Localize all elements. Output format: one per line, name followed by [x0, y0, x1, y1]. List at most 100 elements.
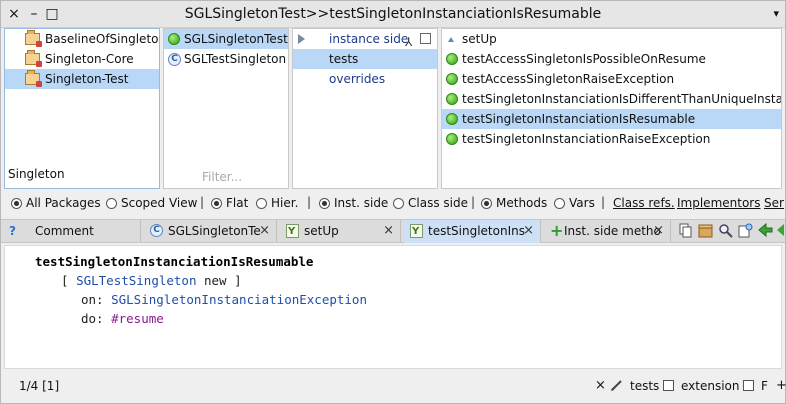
- help-icon: ?: [9, 224, 16, 238]
- tab-active-method[interactable]: testSingletonIns ×: [404, 220, 541, 243]
- method-label: testAccessSingletonRaiseException: [462, 72, 675, 86]
- hierarchy-icon[interactable]: ⅄: [405, 32, 412, 49]
- window-title: SGLSingletonTest>>testSingletonInstancia…: [184, 6, 602, 22]
- tab-label: setUp: [304, 224, 339, 238]
- tab-class-definition[interactable]: C SGLSingletonTe ×: [144, 220, 277, 243]
- class-refs-button[interactable]: Class refs.: [613, 195, 675, 211]
- inst-side-radio[interactable]: Inst. side: [319, 195, 388, 211]
- toolbar-separator: |: [471, 195, 476, 209]
- code-line-receiver: [ SGLTestSingleton new ]: [61, 273, 242, 288]
- methods-pane[interactable]: setUp testAccessSingletonIsPossibleOnRes…: [441, 28, 782, 189]
- test-passed-icon[interactable]: [446, 113, 458, 125]
- method-label: setUp: [462, 32, 497, 46]
- extension-checkbox[interactable]: [663, 378, 674, 394]
- cursor-position: 1/4 [1]: [19, 379, 60, 393]
- protocol-item-overrides[interactable]: overrides: [293, 69, 437, 89]
- protocol-label: tests: [329, 52, 359, 66]
- edit-pencil-icon[interactable]: [610, 379, 623, 392]
- method-item[interactable]: testAccessSingletonRaiseException: [442, 69, 781, 89]
- method-item[interactable]: testSingletonInstanciationRaiseException: [442, 129, 781, 149]
- protocol-item-instance-side[interactable]: instance side ⅄: [293, 29, 437, 49]
- protocol-label: instance side: [329, 32, 409, 46]
- packages-pane[interactable]: BaselineOfSingleton Singleton-Core Singl…: [4, 28, 160, 189]
- scoped-view-radio[interactable]: Scoped View: [106, 195, 197, 211]
- test-passed-icon: [168, 33, 180, 45]
- toolbar-separator: |: [200, 195, 205, 209]
- class-label: SGLSingletonTest: [184, 32, 288, 46]
- method-label: testSingletonInstanciationIsResumable: [462, 112, 696, 126]
- test-passed-icon[interactable]: [446, 133, 458, 145]
- expand-arrow-icon[interactable]: [298, 34, 305, 44]
- protocol-item-tests[interactable]: tests: [293, 49, 437, 69]
- package-filter-input[interactable]: Singleton: [8, 167, 65, 181]
- more-options-icon[interactable]: +: [776, 378, 786, 394]
- close-icon[interactable]: ×: [259, 220, 270, 242]
- method-icon: [410, 221, 423, 243]
- test-passed-icon[interactable]: [446, 93, 458, 105]
- search-icon[interactable]: [718, 223, 733, 238]
- method-label: testSingletonInstanciationIsDifferentTha…: [462, 92, 781, 106]
- package-item-selected[interactable]: Singleton-Test: [5, 69, 159, 89]
- test-passed-icon[interactable]: [446, 53, 458, 65]
- class-label: SGLTestSingleton: [184, 52, 287, 66]
- tab-setup[interactable]: setUp ×: [280, 220, 401, 243]
- more-tools-icon[interactable]: [776, 223, 785, 238]
- class-icon: C: [150, 224, 163, 237]
- back-arrow-icon[interactable]: [758, 223, 773, 238]
- close-icon[interactable]: ×: [523, 220, 534, 242]
- copy-icon[interactable]: [678, 223, 693, 238]
- vars-radio[interactable]: Vars: [554, 195, 595, 211]
- classes-pane[interactable]: SGLSingletonTest C SGLTestSingleton Filt…: [163, 28, 289, 189]
- close-icon[interactable]: ×: [383, 220, 394, 242]
- class-side-radio[interactable]: Class side: [393, 195, 468, 211]
- tab-comment[interactable]: ? Comment: [1, 220, 141, 243]
- package-item[interactable]: Singleton-Core: [5, 49, 159, 69]
- flat-radio[interactable]: Flat: [211, 195, 248, 211]
- window-menu-icon[interactable]: ▾: [773, 7, 779, 20]
- toolbar-separator: |: [601, 195, 606, 209]
- class-icon: C: [168, 53, 181, 66]
- implementors-button[interactable]: Implementors: [677, 195, 760, 211]
- senders-button[interactable]: Ser: [764, 195, 784, 211]
- method-item[interactable]: testAccessSingletonIsPossibleOnResume: [442, 49, 781, 69]
- method-item[interactable]: setUp: [442, 29, 781, 49]
- method-label: testAccessSingletonIsPossibleOnResume: [462, 52, 706, 66]
- instance-side-checkbox[interactable]: [420, 33, 431, 44]
- toolbar-separator: |: [307, 195, 312, 209]
- package-label: BaselineOfSingleton: [45, 32, 159, 46]
- method-label: testSingletonInstanciationRaiseException: [462, 132, 711, 146]
- class-filter-input[interactable]: Filter...: [202, 170, 242, 184]
- browser-window: × – □ SGLSingletonTest>>testSingletonIns…: [0, 0, 786, 404]
- extension-label: extension: [681, 379, 740, 393]
- package-icon: [25, 70, 42, 87]
- code-line-do: do: #resume: [81, 311, 164, 326]
- format-checkbox[interactable]: [743, 378, 754, 394]
- hier-radio[interactable]: Hier.: [256, 195, 298, 211]
- test-passed-icon[interactable]: [446, 73, 458, 85]
- browser-toolbar: All Packages Scoped View | Flat Hier. | …: [1, 192, 785, 214]
- code-editor[interactable]: testSingletonInstanciationIsResumable [ …: [4, 245, 782, 369]
- method-item[interactable]: testSingletonInstanciationIsDifferentTha…: [442, 89, 781, 109]
- package-label: Singleton-Test: [45, 72, 129, 86]
- editor-tabs: ? Comment C SGLSingletonTe × setUp × tes…: [1, 219, 785, 243]
- tab-new-method[interactable]: + Inst. side metho ×: [543, 220, 671, 243]
- class-item[interactable]: C SGLTestSingleton: [164, 49, 288, 69]
- class-item-selected[interactable]: SGLSingletonTest: [164, 29, 288, 49]
- package-box-icon[interactable]: [698, 223, 713, 238]
- method-item-selected[interactable]: testSingletonInstanciationIsResumable: [442, 109, 781, 129]
- methods-radio[interactable]: Methods: [481, 195, 547, 211]
- add-icon: +: [550, 221, 564, 240]
- protocol-selector[interactable]: tests: [630, 378, 659, 394]
- package-label: Singleton-Core: [45, 52, 134, 66]
- close-icon[interactable]: ×: [595, 378, 606, 394]
- protocols-pane[interactable]: instance side ⅄ tests overrides: [292, 28, 438, 189]
- package-icon: [25, 50, 42, 67]
- browse-icon[interactable]: [738, 223, 753, 238]
- protocol-label: overrides: [329, 72, 386, 86]
- status-bar: 1/4 [1] × tests extension F +: [1, 371, 786, 401]
- format-label: F: [761, 379, 768, 393]
- package-item[interactable]: BaselineOfSingleton: [5, 29, 159, 49]
- all-packages-radio[interactable]: All Packages: [11, 195, 101, 211]
- close-icon[interactable]: ×: [653, 220, 664, 242]
- tab-label: Inst. side metho: [564, 224, 661, 238]
